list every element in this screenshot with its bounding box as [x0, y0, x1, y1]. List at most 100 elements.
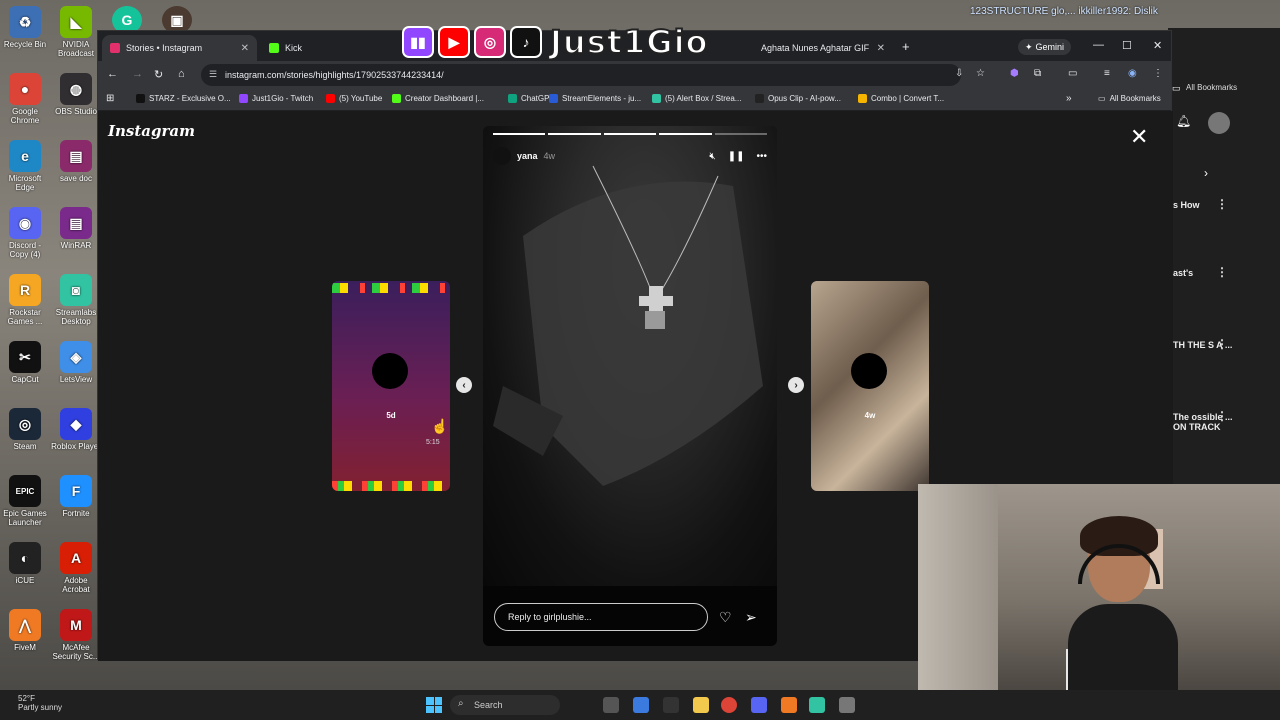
bookmark-item[interactable]: Creator Dashboard |... [392, 94, 484, 103]
desktop-icon[interactable]: ⋀ FiveM [0, 609, 50, 652]
close-window-icon[interactable]: ✕ [1153, 39, 1162, 52]
file-explorer-icon[interactable] [693, 697, 709, 713]
extension-icon[interactable]: ⬢ [1010, 68, 1019, 79]
tab-instagram-stories[interactable]: Stories • Instagram ✕ [102, 35, 257, 61]
side-panel-icon[interactable]: ▭ [1068, 68, 1077, 79]
desktop-icon[interactable]: ● Google Chrome [0, 73, 50, 125]
desktop-icon-label: Google Chrome [10, 107, 40, 125]
install-app-icon[interactable]: ⇩ [955, 68, 963, 79]
streamlabs-taskbar-icon[interactable] [809, 697, 825, 713]
desktop-icon[interactable]: ◈ LetsView [51, 341, 101, 384]
desktop-icon[interactable]: R Rockstar Games ... [0, 274, 50, 326]
apps-grid-icon[interactable]: ⊞ [106, 93, 114, 104]
previous-story-arrow-icon[interactable]: ‹ [456, 377, 472, 393]
app-icon: ▤ [60, 207, 92, 239]
desktop-icon[interactable]: e Microsoft Edge [0, 140, 50, 192]
background-browser-window[interactable]: ▭ All Bookmarks 🔔︎ › s How ⋮ ast's ⋮ TH … [1168, 28, 1280, 484]
gemini-button[interactable]: ✦ Gemini [1018, 39, 1072, 55]
desktop-icon[interactable]: EPIC Epic Games Launcher [0, 475, 50, 527]
chrome-taskbar-icon[interactable] [721, 697, 737, 713]
extensions-puzzle-icon[interactable]: ⧉ [1034, 68, 1041, 79]
desktop-icon[interactable]: ▤ save doc [51, 140, 101, 183]
more-bookmarks-icon[interactable]: » [1066, 93, 1072, 104]
obs-taskbar-icon[interactable] [663, 697, 679, 713]
avatar[interactable] [1208, 112, 1230, 134]
bell-icon[interactable]: 🔔︎ [1176, 114, 1191, 128]
more-options-icon[interactable]: ⋮ [1216, 197, 1228, 211]
desktop-icon[interactable]: A Adobe Acrobat [51, 542, 101, 594]
desktop-icon[interactable]: ◎ Steam [0, 408, 50, 451]
maximize-icon[interactable]: ☐ [1122, 39, 1132, 52]
tab-kick[interactable]: Kick [261, 35, 381, 61]
bookmark-item[interactable]: ChatGPT [508, 94, 554, 103]
all-bookmarks-button[interactable]: ▭ All Bookmarks [1098, 94, 1161, 103]
minimize-icon[interactable]: — [1093, 39, 1104, 51]
desktop-icon[interactable]: ◉ Discord - Copy (4) [0, 207, 50, 259]
bookmark-item[interactable]: (5) YouTube [326, 94, 382, 103]
home-icon[interactable]: ⌂ [178, 68, 185, 80]
more-options-icon[interactable]: ⋮ [1216, 265, 1228, 279]
desktop-icon[interactable]: ◍ OBS Studio [51, 73, 101, 116]
profile-icon[interactable]: ◉ [1128, 68, 1137, 79]
heart-icon[interactable]: ♡ [719, 609, 732, 626]
desktop-icon[interactable]: ◣ NVIDIA Broadcast [51, 6, 101, 58]
taskbar-search[interactable]: ⌕ Search [450, 695, 560, 715]
story-author-avatar[interactable] [493, 147, 511, 165]
instagram-logo[interactable]: Instagram [108, 122, 195, 140]
start-button[interactable] [426, 697, 442, 713]
bookmark-item[interactable]: Combo | Convert T... [858, 94, 944, 103]
desktop-icon[interactable]: ✂ CapCut [0, 341, 50, 384]
desktop-icon[interactable]: ▤ WinRAR [51, 207, 101, 250]
task-view-icon[interactable] [603, 697, 619, 713]
more-options-icon[interactable]: ⋮ [1216, 409, 1228, 423]
instagram-logo-icon: ◎ [474, 26, 506, 58]
back-icon[interactable]: ← [107, 68, 118, 80]
app-icon: ✂ [9, 341, 41, 373]
bookmark-item[interactable]: (5) Alert Box / Strea... [652, 94, 741, 103]
reply-input[interactable]: Reply to girlplushie... [494, 603, 708, 631]
desktop-icon[interactable]: ◙ Streamlabs Desktop [51, 274, 101, 326]
notepad-taskbar-icon[interactable] [839, 697, 855, 713]
next-story-arrow-icon[interactable]: › [788, 377, 804, 393]
bookmark-folder-icon: ▭ [1172, 83, 1181, 93]
copilot-icon[interactable] [633, 697, 649, 713]
send-icon[interactable]: ➢ [745, 609, 757, 626]
bookmark-item[interactable]: Just1Gio - Twitch [239, 94, 313, 103]
chevron-right-icon[interactable]: › [1204, 166, 1208, 180]
close-tab-icon[interactable]: ✕ [241, 43, 249, 54]
reload-icon[interactable]: ↻ [154, 68, 163, 81]
story-username[interactable]: yana [517, 151, 538, 161]
active-story[interactable]: yana 4w 🔇︎ ❚❚ ••• Reply to girlplushie..… [483, 126, 777, 646]
forward-icon[interactable]: → [132, 68, 143, 80]
fivem-taskbar-icon[interactable] [781, 697, 797, 713]
app-icon: ◣ [60, 6, 92, 38]
previous-story-preview[interactable]: 5d 5:15 [332, 281, 450, 491]
desktop-icon[interactable]: ♻ Recycle Bin [0, 6, 50, 49]
desktop-icon[interactable]: ◐ iCUE [0, 542, 50, 585]
bookmark-item[interactable]: Opus Clip - AI-pow... [755, 94, 841, 103]
close-icon[interactable]: ✕ [1130, 126, 1148, 148]
desktop-icon[interactable]: ◆ Roblox Player [51, 408, 101, 451]
pause-icon[interactable]: ❚❚ [728, 151, 745, 162]
more-options-icon[interactable]: ⋮ [1216, 337, 1228, 351]
desktop-icon[interactable]: M McAfee Security Sc... [51, 609, 101, 661]
new-tab-icon[interactable]: + [902, 39, 910, 54]
weather-widget[interactable]: 52°F Partly sunny [18, 694, 62, 712]
bookmark-item[interactable]: STARZ - Exclusive O... [136, 94, 231, 103]
all-bookmarks-label[interactable]: All Bookmarks [1186, 83, 1237, 92]
bookmark-item[interactable]: StreamElements - ju... [549, 94, 641, 103]
tab-search-icon[interactable]: ≡ [1104, 68, 1110, 79]
more-options-icon[interactable]: ••• [756, 151, 767, 162]
desktop-icon[interactable]: F Fortnite [51, 475, 101, 518]
url-input[interactable]: ☰ instagram.com/stories/highlights/17902… [201, 64, 961, 86]
menu-icon[interactable]: ⋮ [1153, 68, 1163, 79]
tab-gif[interactable]: Aghata Nunes Aghatar GIF - Ag ✕ [753, 35, 893, 61]
mute-icon[interactable]: 🔇︎ [709, 151, 715, 162]
next-story-preview[interactable]: 4w [811, 281, 929, 491]
site-info-icon[interactable]: ☰ [209, 69, 217, 80]
weather-temp: 52°F [18, 694, 35, 703]
close-tab-icon[interactable]: ✕ [877, 43, 885, 54]
discord-taskbar-icon[interactable] [751, 697, 767, 713]
bookmark-star-icon[interactable]: ☆ [976, 68, 985, 79]
desktop-icon-label: Discord - Copy (4) [8, 241, 41, 259]
